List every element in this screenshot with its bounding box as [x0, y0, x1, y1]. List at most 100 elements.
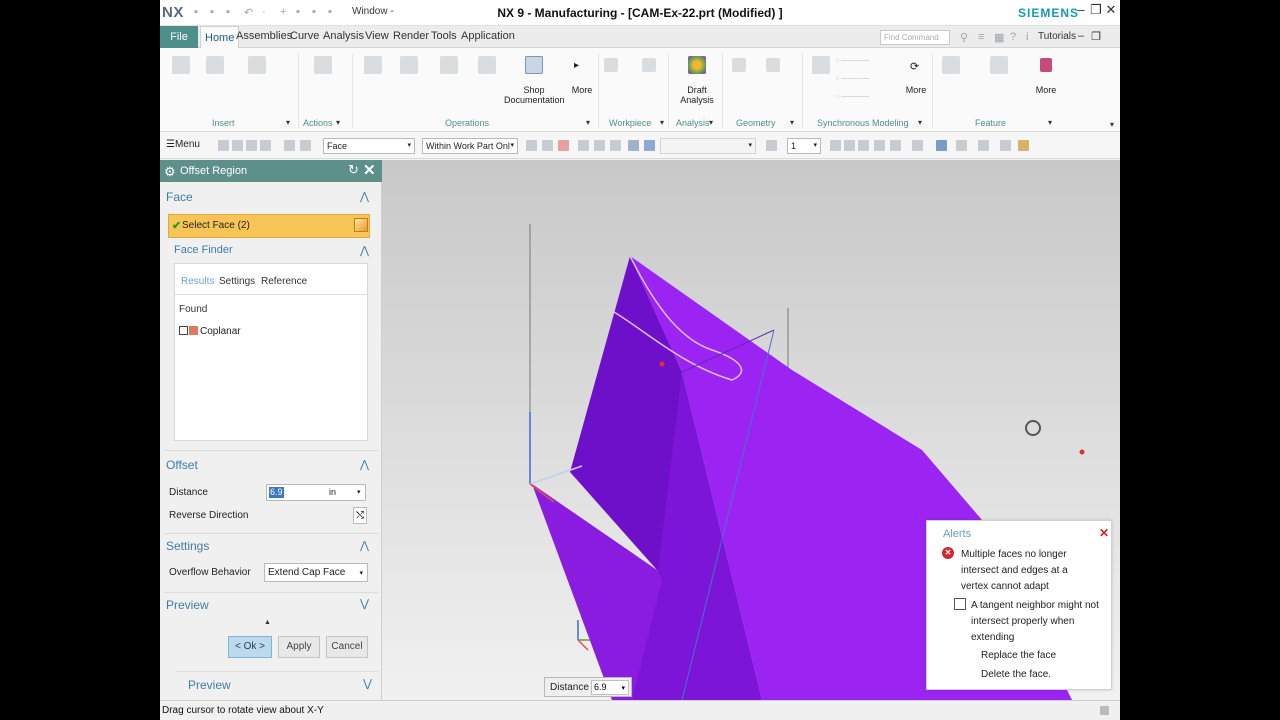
chevron-down-icon[interactable]: ▾: [621, 682, 625, 695]
feature-dropdown-icon[interactable]: ▾: [1048, 118, 1052, 127]
cancel-button[interactable]: Cancel: [326, 636, 368, 658]
toolbar-icon[interactable]: [874, 140, 885, 151]
face-section-header[interactable]: Face: [166, 190, 193, 204]
postprocess-icon[interactable]: [478, 56, 496, 74]
more-button-2[interactable]: More: [903, 85, 929, 95]
workpiece-display-icon[interactable]: [642, 58, 656, 72]
program-icon[interactable]: [248, 56, 266, 74]
toolbar-icon[interactable]: [542, 140, 553, 151]
tutorials-link[interactable]: Tutorials: [1038, 31, 1076, 42]
delete-face-option[interactable]: Delete the face.: [981, 669, 1051, 680]
distance-input[interactable]: 6.9 in ▾: [266, 484, 366, 501]
verify-icon[interactable]: [400, 56, 418, 74]
sync-command-2[interactable]: ▫ ─────: [836, 74, 869, 83]
cut-icon[interactable]: +: [280, 6, 286, 18]
simulate-icon[interactable]: [440, 56, 458, 74]
toolbar-icon[interactable]: [830, 140, 841, 151]
alert-checkbox[interactable]: [954, 598, 966, 610]
ok-button[interactable]: < Ok >: [228, 636, 272, 658]
menu-button[interactable]: ☰Menu: [166, 139, 200, 150]
chevron-up-icon[interactable]: ⋀: [360, 244, 369, 257]
type-filter-dropdown[interactable]: Face ▾: [323, 138, 415, 154]
ribbon-expand-icon[interactable]: ▾: [1110, 120, 1114, 129]
operations-dropdown-icon[interactable]: ▾: [586, 118, 590, 127]
chevron-up-icon[interactable]: ⋀: [360, 539, 369, 552]
close-button[interactable]: ✕: [1104, 2, 1118, 18]
toolbar-icon[interactable]: [260, 140, 271, 151]
tab-render[interactable]: Render: [393, 30, 429, 42]
chevron-down-icon[interactable]: ▾: [357, 488, 361, 496]
face-cube-icon[interactable]: [354, 218, 368, 232]
redo-icon[interactable]: ·: [262, 6, 266, 18]
chevron-up-icon[interactable]: ⋀: [360, 190, 369, 203]
tab-analysis[interactable]: Analysis: [323, 30, 364, 42]
datum-icon[interactable]: [766, 58, 780, 72]
info-icon[interactable]: i: [1026, 31, 1028, 43]
tab-curve[interactable]: Curve: [290, 30, 319, 42]
save-all-icon[interactable]: ▪: [226, 6, 230, 18]
overflow-behavior-dropdown[interactable]: Extend Cap Face ▾: [264, 563, 368, 582]
offset-section-header[interactable]: Offset: [166, 458, 198, 472]
shop-documentation-icon[interactable]: [525, 56, 543, 74]
toolbar-icon[interactable]: [610, 140, 621, 151]
ribbon-minimize-icon[interactable]: –: [1074, 30, 1088, 42]
extrude-icon[interactable]: [942, 56, 960, 74]
selected-vertex[interactable]: [1079, 449, 1085, 455]
replace-face-option[interactable]: Replace the face: [981, 650, 1056, 661]
more-button-3[interactable]: More: [1033, 85, 1059, 95]
tab-assemblies[interactable]: Assemblies: [236, 30, 292, 42]
preview-section-header[interactable]: Preview: [166, 598, 209, 612]
copy-icon[interactable]: ▪: [296, 6, 300, 18]
window-menu[interactable]: Window -: [352, 6, 394, 17]
help-icon[interactable]: ?: [1010, 31, 1016, 43]
sync-dropdown-icon[interactable]: ▾: [918, 118, 922, 127]
restore-button[interactable]: ❐: [1089, 2, 1103, 18]
sync-command-3[interactable]: ▫ ─────: [836, 92, 869, 101]
draft-analysis-label[interactable]: Draft Analysis: [674, 85, 720, 105]
toolbar-icon[interactable]: [558, 140, 569, 151]
reset-icon[interactable]: ↻: [348, 162, 359, 178]
tab-application[interactable]: Application: [461, 30, 515, 42]
insert-icon[interactable]: [172, 56, 190, 74]
chevron-down-icon[interactable]: ⋁: [363, 677, 372, 690]
selected-vertex[interactable]: [659, 361, 665, 367]
toolbar-icon[interactable]: [858, 140, 869, 151]
paste-icon[interactable]: ▪: [312, 6, 316, 18]
unite-icon[interactable]: [990, 56, 1008, 74]
tab-home[interactable]: Home: [200, 26, 240, 49]
distance-unit[interactable]: in: [329, 487, 336, 497]
distance-onscreen-value[interactable]: 6.9 ▾: [591, 680, 629, 695]
tab-reference[interactable]: Reference: [261, 276, 307, 287]
find-command-input[interactable]: Find Command: [880, 30, 950, 45]
settings-section-header[interactable]: Settings: [166, 539, 209, 553]
undo-icon[interactable]: ↶: [244, 6, 253, 19]
chevron-up-icon[interactable]: ⋀: [360, 458, 369, 471]
preview-panel-header[interactable]: Preview ⋁: [176, 671, 378, 695]
scroll-up-icon[interactable]: ▲: [264, 619, 271, 626]
actions-icon[interactable]: [314, 56, 332, 74]
toolbar-icon[interactable]: [218, 140, 229, 151]
apply-button[interactable]: Apply: [278, 636, 320, 658]
select-face-row[interactable]: ✔ Select Face (2): [168, 214, 370, 238]
toolbar-icon[interactable]: [1000, 140, 1011, 151]
coplanar-checkbox[interactable]: [179, 326, 188, 335]
reverse-direction-button[interactable]: ⤭: [353, 507, 367, 524]
more-arrow-icon[interactable]: ▸: [574, 60, 579, 71]
delete-icon[interactable]: ▪: [328, 6, 332, 18]
selection-scope-dropdown[interactable]: Within Work Part Onl ▾: [422, 138, 518, 154]
move-face-icon[interactable]: [812, 56, 830, 74]
tab-file[interactable]: File: [160, 26, 198, 48]
draft-analysis-icon[interactable]: [688, 56, 706, 74]
minimize-button[interactable]: –: [1074, 2, 1088, 17]
toolbar-icon[interactable]: [936, 140, 947, 151]
close-icon[interactable]: ✕: [1099, 526, 1109, 540]
more-button-1[interactable]: More: [569, 85, 595, 95]
snap-dropdown[interactable]: ▾: [660, 138, 756, 154]
insert-dropdown-icon[interactable]: ▾: [286, 118, 290, 127]
toolbar-icon[interactable]: [978, 140, 989, 151]
tab-settings[interactable]: Settings: [219, 276, 255, 287]
toolbar-icon[interactable]: [890, 140, 901, 151]
toolbar-icon[interactable]: [526, 140, 537, 151]
point-icon[interactable]: [732, 58, 746, 72]
toolbar-icon[interactable]: [766, 140, 777, 151]
